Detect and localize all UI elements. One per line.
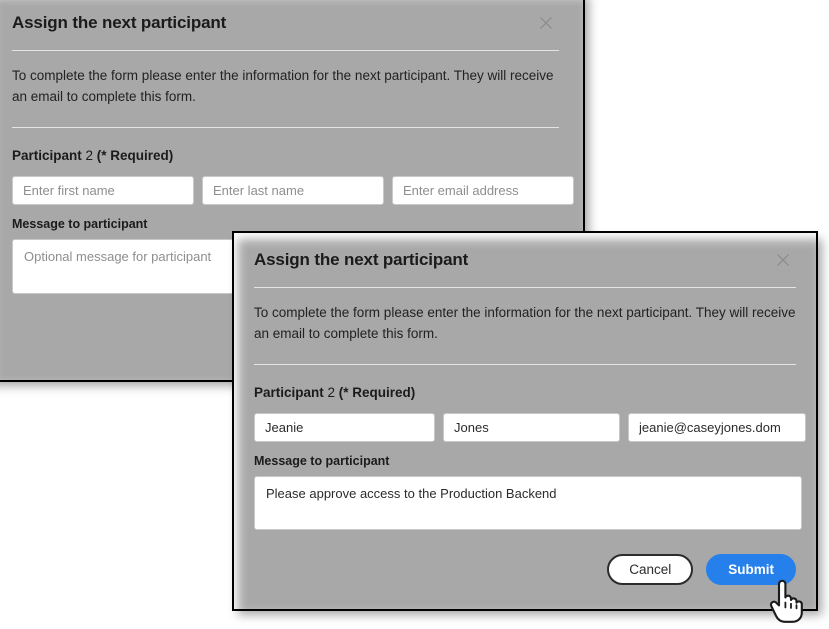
participant-required-text: (* Required): [96, 148, 174, 163]
page-title: Assign the next participant: [254, 250, 469, 269]
header-divider: [12, 50, 559, 51]
participant-section-label: Participant 2 (* Required): [254, 385, 796, 400]
participant-number: 2: [81, 148, 97, 163]
email-input[interactable]: [392, 176, 574, 205]
participant-fields-row: [254, 413, 806, 442]
first-name-input[interactable]: [254, 413, 435, 442]
section-divider: [254, 364, 796, 365]
participant-label-text: Participant: [12, 148, 82, 163]
close-icon[interactable]: [770, 247, 796, 273]
participant-fields-row: [12, 176, 574, 205]
last-name-input[interactable]: [443, 413, 620, 442]
participant-required-text: (* Required): [338, 385, 416, 400]
foreground-dialog-header: Assign the next participant: [254, 249, 796, 273]
dialog-footer: Cancel Submit: [254, 554, 796, 585]
last-name-input[interactable]: [202, 176, 384, 205]
participant-label-text: Participant: [254, 385, 324, 400]
background-dialog-header: Assign the next participant: [12, 12, 559, 36]
message-textarea[interactable]: Please approve access to the Production …: [254, 476, 802, 530]
message-label: Message to participant: [12, 217, 148, 231]
dialog-description: To complete the form please enter the in…: [12, 68, 554, 104]
foreground-dialog: Assign the next participant To complete …: [232, 231, 818, 611]
close-icon[interactable]: [533, 10, 559, 36]
message-label: Message to participant: [254, 454, 390, 468]
submit-button[interactable]: Submit: [706, 554, 796, 585]
foreground-dialog-body: Assign the next participant To complete …: [234, 233, 816, 609]
cancel-button[interactable]: Cancel: [607, 554, 694, 585]
section-divider: [12, 127, 559, 128]
page-title: Assign the next participant: [12, 13, 227, 32]
header-divider: [254, 287, 796, 288]
first-name-input[interactable]: [12, 176, 194, 205]
dialog-description: To complete the form please enter the in…: [254, 305, 796, 341]
participant-number: 2: [323, 385, 339, 400]
email-input[interactable]: [628, 413, 806, 442]
participant-section-label: Participant 2 (* Required): [12, 148, 559, 163]
